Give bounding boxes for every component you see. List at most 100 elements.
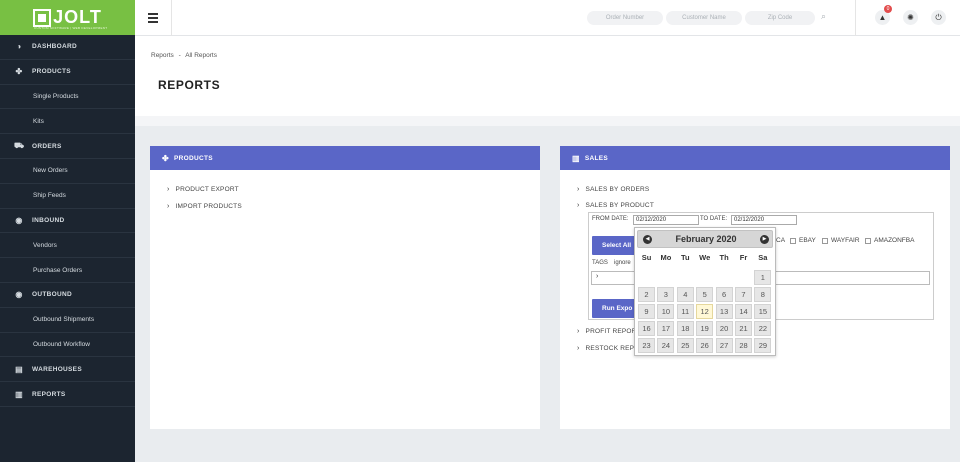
product-export-link[interactable]: › PRODUCT EXPORT [167, 186, 239, 193]
calendar-day[interactable]: 18 [676, 321, 694, 336]
calendar-day[interactable]: 25 [676, 338, 694, 353]
restock-report-link[interactable]: › RESTOCK REP [577, 345, 634, 352]
chevron-right-icon: › [577, 345, 580, 352]
next-month-icon[interactable]: ▶ [760, 235, 769, 244]
calendar-day[interactable]: 20 [715, 321, 733, 336]
calendar-day[interactable]: 19 [696, 321, 714, 336]
from-date-input[interactable]: 02/12/2020 [633, 215, 699, 225]
checkbox-label: CA [776, 237, 786, 244]
search-icon[interactable]: ⌕ [821, 11, 826, 22]
sidebar-item-label: INBOUND [32, 216, 65, 224]
sidebar-item-kits[interactable]: Kits [0, 109, 135, 135]
weekday-label: Su [641, 253, 652, 262]
calendar-day[interactable]: 11 [676, 304, 694, 319]
calendar-day[interactable]: 10 [657, 304, 675, 319]
sidebar-item-outbound-shipments[interactable]: Outbound Shipments [0, 308, 135, 333]
calendar-day[interactable]: 5 [696, 287, 714, 302]
sales-panel-header: ▥ SALES [560, 146, 950, 170]
from-date-label: FROM DATE: [592, 216, 629, 222]
sidebar-item-reports[interactable]: ▥ REPORTS [0, 382, 135, 407]
sidebar-item-label: Single Products [33, 92, 79, 100]
sidebar-item-dashboard[interactable]: ◑ DASHBOARD [0, 35, 135, 60]
profit-report-link[interactable]: › PROFIT REPORT [577, 328, 641, 335]
logo-icon [33, 8, 52, 27]
to-date-input[interactable]: 02/12/2020 [731, 215, 797, 225]
calendar-day[interactable]: 16 [638, 321, 655, 336]
customer-name-input[interactable]: Customer Name [666, 11, 742, 25]
calendar-day[interactable]: 3 [657, 287, 675, 302]
sidebar-item-products[interactable]: ✤ PRODUCTS [0, 60, 135, 85]
weekday-label: Th [719, 253, 729, 262]
sidebar-item-warehouses[interactable]: ▤ WAREHOUSES [0, 357, 135, 383]
channel-wayfair-checkbox[interactable]: WAYFAIR [822, 237, 860, 244]
select-all-button[interactable]: Select All [592, 236, 638, 255]
datepicker: ◀ February 2020 ▶ Su Mo Tu We Th Fr Sa 1 2 3 4 5 6 7 8… [634, 227, 776, 356]
menu-toggle-icon[interactable] [148, 13, 158, 25]
dashboard-icon: ◑ [16, 42, 22, 52]
logo-tagline: CUSTOM SOFTWARE | WEB DEVELOPMENT [34, 26, 108, 30]
zip-code-input[interactable]: Zip Code [745, 11, 815, 25]
calendar-day[interactable]: 1 [754, 270, 772, 285]
chevron-right-icon: › [577, 186, 580, 193]
calendar-day[interactable]: 21 [735, 321, 752, 336]
sidebar-item-single-products[interactable]: Single Products [0, 85, 135, 110]
notification-badge: 0 [884, 5, 892, 13]
calendar-day[interactable]: 12 [696, 304, 714, 319]
calendar-day[interactable]: 23 [638, 338, 655, 353]
sidebar-item-new-orders[interactable]: New Orders [0, 159, 135, 184]
sidebar-item-purchase-orders[interactable]: Purchase Orders [0, 258, 135, 283]
chevron-right-icon: › [167, 203, 170, 210]
chevron-right-icon: › [596, 273, 599, 280]
calendar-day[interactable]: 26 [696, 338, 714, 353]
sidebar-item-inbound[interactable]: ◉ INBOUND [0, 209, 135, 234]
tags-value[interactable]: ignore [614, 260, 631, 266]
link-label: IMPORT PRODUCTS [175, 203, 242, 210]
sidebar-item-label: WAREHOUSES [32, 365, 82, 373]
power-icon[interactable]: ⏻ [931, 10, 946, 25]
import-products-link[interactable]: › IMPORT PRODUCTS [167, 203, 242, 210]
datepicker-month: February 2020 [675, 234, 737, 244]
calendar-day[interactable]: 13 [715, 304, 733, 319]
sidebar-item-ship-feeds[interactable]: Ship Feeds [0, 184, 135, 209]
channel-amazonfba-checkbox[interactable]: AMAZONFBA [865, 237, 914, 244]
sidebar-item-outbound[interactable]: ◉ OUTBOUND [0, 283, 135, 308]
link-label: SALES BY PRODUCT [585, 202, 654, 209]
order-number-input[interactable]: Order Number [587, 11, 663, 25]
sidebar-item-outbound-workflow[interactable]: Outbound Workflow [0, 333, 135, 358]
calendar-day[interactable]: 15 [754, 304, 772, 319]
sidebar-nav: ◑ DASHBOARD ✤ PRODUCTS Single Products Kits ⛟ O… [0, 35, 135, 407]
topbar: Order Number Customer Name Zip Code ⌕ ▲ … [135, 0, 960, 36]
chevron-right-icon: › [167, 186, 170, 193]
breadcrumb-root[interactable]: Reports [151, 52, 174, 59]
checkbox-icon [790, 237, 796, 244]
products-icon: ✤ [162, 153, 170, 163]
calendar-day[interactable]: 29 [754, 338, 772, 353]
calendar-day[interactable]: 28 [735, 338, 752, 353]
calendar-day[interactable]: 6 [715, 287, 733, 302]
calendar-day[interactable]: 27 [715, 338, 733, 353]
run-export-button[interactable]: Run Expo [592, 299, 638, 318]
sidebar-item-label: New Orders [33, 167, 68, 175]
tags-expand[interactable]: › [596, 273, 605, 280]
sidebar-item-vendors[interactable]: Vendors [0, 233, 135, 259]
calendar-day[interactable]: 8 [754, 287, 772, 302]
calendar-day[interactable]: 4 [676, 287, 694, 302]
calendar-day[interactable]: 7 [735, 287, 752, 302]
calendar-day[interactable]: 17 [657, 321, 675, 336]
sidebar-item-label: Outbound Workflow [33, 340, 90, 348]
calendar-day[interactable]: 24 [657, 338, 675, 353]
channel-ca-checkbox[interactable]: CA [776, 237, 785, 244]
calendar-day[interactable]: 22 [754, 321, 772, 336]
sales-panel-title: SALES [584, 154, 609, 162]
sales-by-orders-link[interactable]: › SALES BY ORDERS [577, 186, 649, 193]
calendar-day[interactable]: 9 [638, 304, 655, 319]
calendar-day[interactable]: 2 [638, 287, 655, 302]
calendar-day[interactable]: 14 [735, 304, 752, 319]
divider [855, 0, 856, 36]
sidebar-item-orders[interactable]: ⛟ ORDERS [0, 134, 135, 159]
link-label: PROFIT REPORT [585, 328, 641, 335]
sales-by-product-link[interactable]: › SALES BY PRODUCT [577, 202, 654, 209]
gear-icon[interactable]: ✺ [903, 10, 918, 25]
channel-ebay-checkbox[interactable]: EBAY [790, 237, 816, 244]
logo[interactable]: JOLT CUSTOM SOFTWARE | WEB DEVELOPMENT [0, 0, 135, 35]
